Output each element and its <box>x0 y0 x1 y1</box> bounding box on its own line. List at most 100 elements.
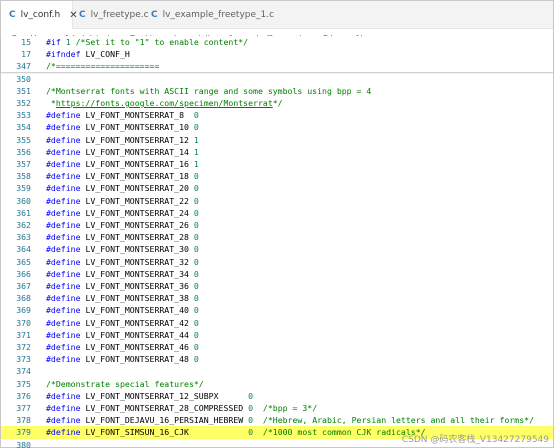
code-line[interactable]: 366 #define LV_FONT_MONTSERRAT_34 0 <box>1 268 553 280</box>
tab-label: lv_example_freetype_1.c <box>162 10 275 20</box>
code-text: #define LV_FONT_MONTSERRAT_46 0 <box>46 342 199 352</box>
code-token: 0 <box>193 110 199 121</box>
line-number: 17 <box>21 49 31 60</box>
code-token: LV_FONT_MONTSERRAT_14 <box>85 146 194 157</box>
code-line[interactable]: 356 #define LV_FONT_MONTSERRAT_14 1 <box>1 146 553 158</box>
code-token: 0 <box>193 232 199 243</box>
code-line[interactable]: 359 #define LV_FONT_MONTSERRAT_20 0 <box>1 182 553 194</box>
code-token: 1 <box>193 134 199 145</box>
code-token: LV_FONT_MONTSERRAT_12 <box>85 134 194 145</box>
code-token: #define <box>46 207 86 218</box>
code-token: LV_FONT_MONTSERRAT_28 <box>85 232 194 243</box>
code-line[interactable]: 352 *https://fonts.google.com/specimen/M… <box>1 97 553 109</box>
line-number: 367 <box>16 281 31 292</box>
code-token: 0 <box>193 293 199 304</box>
code-line[interactable]: 376 #define LV_FONT_MONTSERRAT_12_SUBPX 0 <box>1 390 553 402</box>
code-line[interactable]: 17 #ifndef LV_CONF_H <box>1 48 553 60</box>
code-line[interactable]: 362 #define LV_FONT_MONTSERRAT_26 0 <box>1 219 553 231</box>
code-token: #define <box>46 293 86 304</box>
code-line[interactable]: 357 #define LV_FONT_MONTSERRAT_16 1 <box>1 158 553 170</box>
code-line[interactable]: 368 #define LV_FONT_MONTSERRAT_38 0 <box>1 292 553 304</box>
code-text: /*===================== <box>46 61 159 71</box>
line-number: 347 <box>16 60 31 71</box>
tab-lv-example-freetype-1-c[interactable]: C lv_example_freetype_1.c <box>151 1 275 29</box>
tab-bar: C lv_conf.h ✕ C lv_freetype.c C lv_examp… <box>1 1 553 29</box>
code-token: 0 <box>193 354 199 365</box>
code-text: #define LV_FONT_MONTSERRAT_32 0 <box>46 257 199 267</box>
line-number: 356 <box>16 146 31 157</box>
code-line[interactable]: 367 #define LV_FONT_MONTSERRAT_36 0 <box>1 280 553 292</box>
code-line[interactable]: 360 #define LV_FONT_MONTSERRAT_22 0 <box>1 195 553 207</box>
code-line[interactable]: 354 #define LV_FONT_MONTSERRAT_10 0 <box>1 121 553 133</box>
code-text: #define LV_FONT_MONTSERRAT_28 0 <box>46 232 199 242</box>
line-number: 380 <box>16 439 31 448</box>
code-token: LV_FONT_DEJAVU_16_PERSIAN_HEBREW <box>85 415 249 426</box>
code-token: #define <box>46 354 86 365</box>
code-text: /*Demonstrate special features*/ <box>46 379 204 389</box>
code-line[interactable]: 351 /*Montserrat fonts with ASCII range a… <box>1 85 553 97</box>
line-number: 373 <box>16 354 31 365</box>
code-line[interactable]: 372 #define LV_FONT_MONTSERRAT_46 0 <box>1 341 553 353</box>
code-token: LV_FONT_MONTSERRAT_24 <box>85 207 194 218</box>
code-token: LV_FONT_MONTSERRAT_20 <box>85 183 194 194</box>
code-line[interactable]: 371 #define LV_FONT_MONTSERRAT_44 0 <box>1 329 553 341</box>
tab-lv-conf-h[interactable]: C lv_conf.h ✕ <box>1 1 78 29</box>
code-line[interactable]: 364 #define LV_FONT_MONTSERRAT_30 0 <box>1 243 553 255</box>
code-token: #define <box>46 390 86 401</box>
code-line[interactable]: 378 #define LV_FONT_DEJAVU_16_PERSIAN_HEB… <box>1 414 553 426</box>
code-token: 0 <box>193 268 199 279</box>
line-number: 355 <box>16 134 31 145</box>
code-text: #define LV_FONT_MONTSERRAT_36 0 <box>46 281 199 291</box>
code-token: 0 <box>193 220 199 231</box>
code-token: 0 <box>193 122 199 133</box>
code-text: #ifndef LV_CONF_H <box>46 49 130 59</box>
code-token: /*bpp = 3*/ <box>253 403 318 414</box>
code-token: #define <box>46 268 86 279</box>
code-token: 1 <box>193 159 199 170</box>
tab-label: lv_conf.h <box>20 10 61 20</box>
code-line[interactable]: 353 #define LV_FONT_MONTSERRAT_8 0 <box>1 109 553 121</box>
code-line[interactable]: 377 #define LV_FONT_MONTSERRAT_28_COMPRES… <box>1 402 553 414</box>
code-line[interactable]: 15 #if 1 /*Set it to "1" to enable conten… <box>1 36 553 48</box>
line-number: 365 <box>16 256 31 267</box>
code-token: 0 <box>193 183 199 194</box>
code-token: #define <box>46 183 86 194</box>
code-text: #define LV_FONT_SIMSUN_16_CJK 0 /*1000 m… <box>46 427 426 437</box>
code-text: #define LV_FONT_MONTSERRAT_10 0 <box>46 122 199 132</box>
code-line[interactable]: 363 #define LV_FONT_MONTSERRAT_28 0 <box>1 231 553 243</box>
code-line[interactable]: 374 <box>1 365 553 377</box>
watermark: CSDN @码农客栈_V13427279549 <box>401 435 549 445</box>
code-line[interactable]: 358 #define LV_FONT_MONTSERRAT_18 0 <box>1 170 553 182</box>
tab-label: lv_freetype.c <box>90 10 149 20</box>
code-line[interactable]: 350 <box>1 73 553 85</box>
code-line[interactable]: 370 #define LV_FONT_MONTSERRAT_42 0 <box>1 317 553 329</box>
code-token: #define <box>46 195 86 206</box>
editor-window: C lv_conf.h ✕ C lv_freetype.c C lv_examp… <box>0 0 554 448</box>
line-number: 364 <box>16 244 31 255</box>
close-icon[interactable]: ✕ <box>69 10 77 21</box>
code-token: LV_FONT_MONTSERRAT_40 <box>85 305 194 316</box>
code-token: LV_FONT_MONTSERRAT_8 <box>85 110 194 121</box>
code-token: LV_FONT_MONTSERRAT_28_COMPRESSED <box>85 403 249 414</box>
code-line[interactable]: 375 /*Demonstrate special features*/ <box>1 378 553 390</box>
line-number: 368 <box>16 293 31 304</box>
line-number: 352 <box>16 98 31 109</box>
code-editor[interactable]: 15 #if 1 /*Set it to "1" to enable conten… <box>1 36 553 448</box>
code-token: LV_FONT_MONTSERRAT_44 <box>85 329 194 340</box>
line-number: 372 <box>16 342 31 353</box>
line-number: 366 <box>16 268 31 279</box>
code-line[interactable]: 373 #define LV_FONT_MONTSERRAT_48 0 <box>1 353 553 365</box>
code-line[interactable]: 347 /*===================== <box>1 60 553 73</box>
code-token: #define <box>46 220 86 231</box>
line-number: 15 <box>21 37 31 48</box>
tab-lv-freetype-c[interactable]: C lv_freetype.c <box>79 1 149 29</box>
c-file-icon: C <box>79 10 86 20</box>
code-line[interactable]: 355 #define LV_FONT_MONTSERRAT_12 1 <box>1 134 553 146</box>
code-line[interactable]: 369 #define LV_FONT_MONTSERRAT_40 0 <box>1 304 553 316</box>
code-token: 0 <box>193 171 199 182</box>
code-line[interactable]: 361 #define LV_FONT_MONTSERRAT_24 0 <box>1 207 553 219</box>
c-file-icon: C <box>9 10 16 20</box>
code-token: 0 <box>248 390 254 401</box>
code-token: #define <box>46 427 86 438</box>
code-line[interactable]: 365 #define LV_FONT_MONTSERRAT_32 0 <box>1 256 553 268</box>
